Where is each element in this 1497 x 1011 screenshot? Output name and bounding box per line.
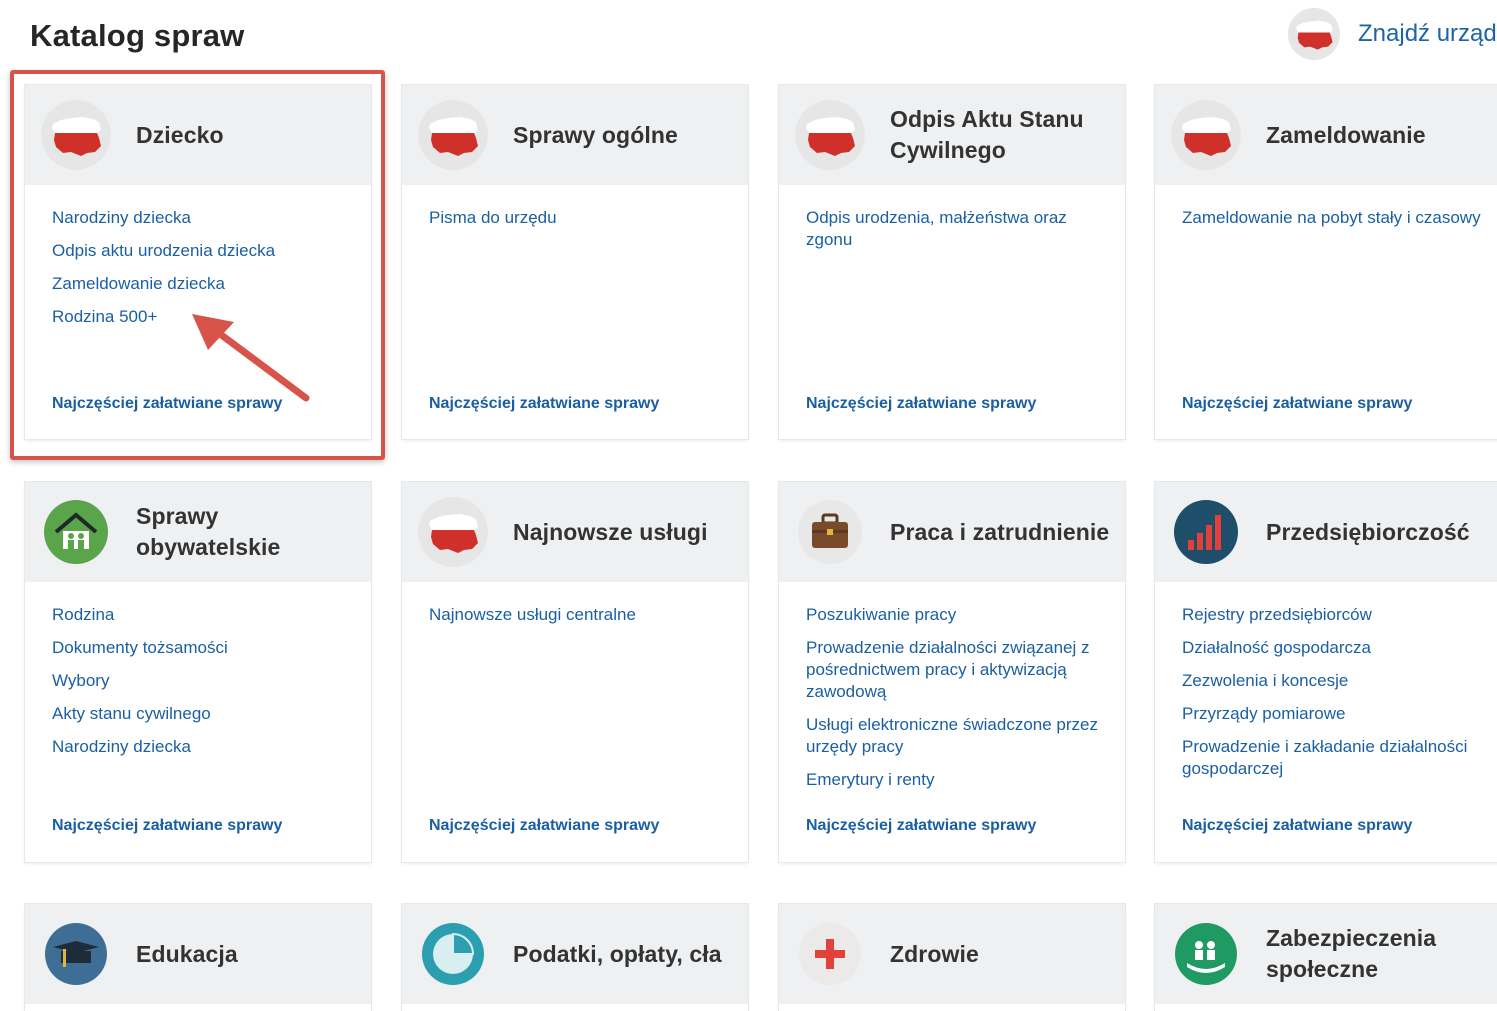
card-title[interactable]: Sprawy ogólne [513, 120, 678, 151]
card-header[interactable]: Zameldowanie [1155, 85, 1497, 185]
card-najnowsze-uslugi: Najnowsze usługi Najnowsze usługi centra… [402, 482, 748, 862]
card-header[interactable]: Odpis Aktu Stanu Cywilnego [779, 85, 1125, 185]
frequent-link[interactable]: Najczęściej załatwiane sprawy [806, 817, 1036, 835]
card-zdrowie: Zdrowie [779, 904, 1125, 1011]
card-title[interactable]: Zabezpieczenia społeczne [1266, 923, 1496, 985]
card-title[interactable]: Zameldowanie [1266, 120, 1426, 151]
card-header[interactable]: Praca i zatrudnienie [779, 482, 1125, 582]
bar-chart-icon [1171, 497, 1241, 567]
family-hand-icon [1171, 919, 1241, 989]
card-header[interactable]: Przedsiębiorczość [1155, 482, 1497, 582]
card-title[interactable]: Zdrowie [890, 939, 979, 970]
family-house-icon [41, 497, 111, 567]
list-item[interactable]: Rejestry przedsiębiorców [1182, 604, 1481, 626]
list-item[interactable]: Usługi elektroniczne świadczone przez ur… [806, 714, 1105, 758]
find-office-label: Znajdź urząd [1358, 20, 1497, 47]
list-item[interactable]: Poszukiwanie pracy [806, 604, 1105, 626]
list-item[interactable]: Pisma do urzędu [429, 207, 728, 229]
card-edukacja: Edukacja [25, 904, 371, 1011]
list-item[interactable]: Akty stanu cywilnego [52, 703, 351, 725]
list-item[interactable]: Narodziny dziecka [52, 736, 351, 758]
card-podatki: Podatki, opłaty, cła [402, 904, 748, 1011]
card-title[interactable]: Odpis Aktu Stanu Cywilnego [890, 104, 1120, 166]
card-przedsiebiorczosc: Przedsiębiorczość Rejestry przedsiębiorc… [1155, 482, 1497, 862]
poland-map-icon [1288, 8, 1340, 60]
card-title[interactable]: Sprawy obywatelskie [136, 501, 366, 563]
frequent-link[interactable]: Najczęściej załatwiane sprawy [1182, 395, 1412, 413]
card-header[interactable]: Najnowsze usługi [402, 482, 748, 582]
card-zabezpieczenia: Zabezpieczenia społeczne [1155, 904, 1497, 1011]
frequent-link[interactable]: Najczęściej załatwiane sprawy [429, 395, 659, 413]
card-title[interactable]: Podatki, opłaty, cła [513, 939, 722, 970]
card-title[interactable]: Praca i zatrudnienie [890, 517, 1109, 548]
poland-map-icon [1171, 100, 1241, 170]
card-title[interactable]: Przedsiębiorczość [1266, 517, 1470, 548]
list-item[interactable]: Emerytury i renty [806, 769, 1105, 791]
card-header[interactable]: Sprawy obywatelskie [25, 482, 371, 582]
card-header[interactable]: Zabezpieczenia społeczne [1155, 904, 1497, 1004]
pie-chart-icon [418, 919, 488, 989]
page-title: Katalog spraw [30, 18, 245, 53]
frequent-link[interactable]: Najczęściej załatwiane sprawy [52, 817, 282, 835]
card-header[interactable]: Podatki, opłaty, cła [402, 904, 748, 1004]
card-header[interactable]: Zdrowie [779, 904, 1125, 1004]
list-item[interactable]: Zezwolenia i koncesje [1182, 670, 1481, 692]
frequent-link[interactable]: Najczęściej załatwiane sprawy [806, 395, 1036, 413]
list-item[interactable]: Odpis urodzenia, małżeństwa oraz zgonu [806, 207, 1105, 251]
card-praca: Praca i zatrudnienie Poszukiwanie pracy … [779, 482, 1125, 862]
list-item[interactable]: Zameldowanie na pobyt stały i czasowy [1182, 207, 1481, 229]
frequent-link[interactable]: Najczęściej załatwiane sprawy [429, 817, 659, 835]
list-item[interactable]: Działalność gospodarcza [1182, 637, 1481, 659]
list-item[interactable]: Dokumenty tożsamości [52, 637, 351, 659]
list-item[interactable]: Rodzina [52, 604, 351, 626]
briefcase-icon [795, 497, 865, 567]
card-title[interactable]: Najnowsze usługi [513, 517, 708, 548]
card-odpis-aktu: Odpis Aktu Stanu Cywilnego Odpis urodzen… [779, 85, 1125, 439]
poland-map-icon [418, 497, 488, 567]
frequent-link[interactable]: Najczęściej załatwiane sprawy [1182, 817, 1412, 835]
list-item[interactable]: Prowadzenie i zakładanie działalności go… [1182, 736, 1481, 780]
card-header[interactable]: Edukacja [25, 904, 371, 1004]
list-item[interactable]: Wybory [52, 670, 351, 692]
poland-map-icon [795, 100, 865, 170]
list-item[interactable]: Przyrządy pomiarowe [1182, 703, 1481, 725]
find-office-link[interactable]: Znajdź urząd [1288, 8, 1497, 60]
arrow-annotation [192, 314, 310, 402]
card-sprawy-obywatelskie: Sprawy obywatelskie Rodzina Dokumenty to… [25, 482, 371, 862]
card-header[interactable]: Sprawy ogólne [402, 85, 748, 185]
medical-cross-icon [795, 919, 865, 989]
card-zameldowanie: Zameldowanie Zameldowanie na pobyt stały… [1155, 85, 1497, 439]
card-sprawy-ogolne: Sprawy ogólne Pisma do urzędu Najczęście… [402, 85, 748, 439]
poland-map-icon [418, 100, 488, 170]
list-item[interactable]: Prowadzenie działalności związanej z poś… [806, 637, 1105, 703]
list-item[interactable]: Najnowsze usługi centralne [429, 604, 728, 626]
graduation-cap-icon [41, 919, 111, 989]
card-title[interactable]: Edukacja [136, 939, 238, 970]
